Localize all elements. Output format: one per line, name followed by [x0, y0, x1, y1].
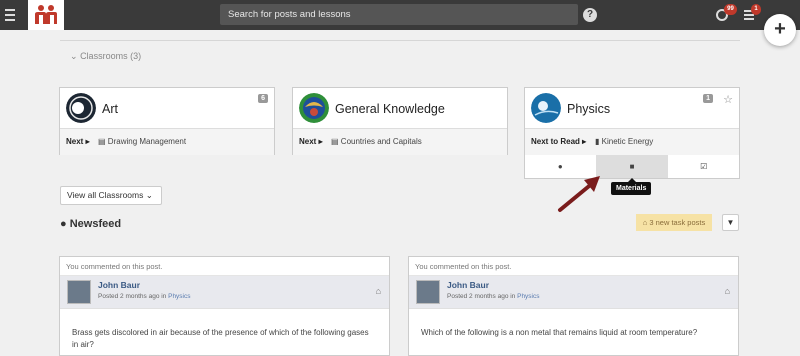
- avatar[interactable]: [416, 280, 440, 304]
- comments-icon: ●: [60, 218, 67, 230]
- top-bar: Search for posts and lessons ? 99 1: [0, 0, 800, 30]
- classroom-card-general-knowledge[interactable]: General Knowledge Next ▸ ▤ Countries and…: [292, 87, 508, 155]
- next-lesson-title: Drawing Management: [107, 137, 187, 146]
- classrooms-toggle-label: Classrooms (3): [80, 51, 142, 61]
- post-meta: Posted 2 months ago in Physics: [447, 293, 540, 300]
- newsfeed-title: ● Newsfeed: [60, 218, 121, 230]
- new-task-posts-label: 3 new task posts: [649, 218, 706, 227]
- chevron-down-icon: ⌄: [145, 190, 153, 200]
- checkbox-icon: ☑: [700, 162, 708, 171]
- classroom-image: [299, 93, 329, 123]
- classroom-title[interactable]: Art: [102, 102, 118, 116]
- materials-tab[interactable]: ■: [596, 155, 669, 178]
- menu-icon[interactable]: [5, 9, 15, 21]
- classroom-image: [531, 93, 561, 123]
- unread-count-badge: 1: [703, 94, 713, 103]
- post-meta: Posted 2 months ago in Physics: [98, 293, 191, 300]
- next-lesson-title: Kinetic Energy: [601, 137, 654, 146]
- help-icon[interactable]: ?: [583, 8, 597, 22]
- app-logo[interactable]: [28, 0, 64, 30]
- classrooms-toggle[interactable]: ⌄ Classrooms (3): [70, 51, 141, 62]
- filter-icon: ▼: [726, 218, 735, 227]
- add-button[interactable]: +: [764, 14, 796, 46]
- classroom-card-physics[interactable]: Physics 1 ☆ Next to Read ▸ ▮ Kinetic Ene…: [524, 87, 740, 155]
- classroom-title[interactable]: Physics: [567, 102, 610, 116]
- comment-icon: ●: [557, 162, 563, 171]
- next-lesson-link[interactable]: ▮ Kinetic Energy: [595, 129, 653, 155]
- next-lesson-title: Countries and Capitals: [340, 137, 422, 146]
- post-activity-note: You commented on this post.: [60, 257, 389, 276]
- filter-button[interactable]: ▼: [722, 214, 739, 231]
- pointer-arrow-icon: [558, 176, 600, 212]
- next-lesson-row[interactable]: Next to Read ▸ ▮ Kinetic Energy: [525, 129, 739, 155]
- home-icon[interactable]: ⌂: [725, 286, 730, 296]
- book-icon: ▤: [98, 137, 106, 146]
- next-label: Next to Read ▸: [531, 137, 587, 146]
- next-lesson-row[interactable]: Next ▸ ▤ Drawing Management: [60, 129, 274, 155]
- new-task-posts-button[interactable]: ⌂ 3 new task posts: [636, 214, 712, 231]
- post-author-row: John Baur Posted 2 months ago in Physics…: [60, 276, 389, 309]
- avatar[interactable]: [67, 280, 91, 304]
- post-time: Posted 2 months ago in: [98, 293, 169, 300]
- next-lesson-link[interactable]: ▤ Countries and Capitals: [331, 129, 422, 155]
- view-all-label: View all Classrooms: [67, 190, 144, 200]
- chevron-down-icon: ⌄: [70, 51, 78, 61]
- book-icon: ▮: [595, 137, 600, 146]
- newsfeed-title-text: Newsfeed: [69, 218, 122, 230]
- newsfeed-post[interactable]: You commented on this post. John Baur Po…: [408, 256, 739, 356]
- home-icon[interactable]: ⌂: [376, 286, 381, 296]
- materials-tooltip: Materials: [611, 178, 652, 195]
- next-lesson-link[interactable]: ▤ Drawing Management: [98, 129, 186, 155]
- post-activity-note: You commented on this post.: [409, 257, 738, 276]
- home-icon: ⌂: [642, 218, 648, 227]
- classroom-title[interactable]: General Knowledge: [335, 102, 445, 116]
- unread-count-badge: 6: [258, 94, 268, 103]
- classroom-image: [66, 93, 96, 123]
- search-input[interactable]: Search for posts and lessons: [220, 4, 578, 25]
- next-lesson-row[interactable]: Next ▸ ▤ Countries and Capitals: [293, 129, 507, 155]
- author-name[interactable]: John Baur: [447, 280, 489, 290]
- notifications-badge: 99: [724, 4, 737, 15]
- post-body: Brass gets discolored in air because of …: [72, 328, 369, 349]
- book-icon: ▤: [331, 137, 339, 146]
- star-icon[interactable]: ☆: [723, 93, 733, 106]
- section-divider: [60, 40, 740, 41]
- view-all-classrooms-button[interactable]: View all Classrooms ⌄: [60, 186, 162, 205]
- newsfeed-post[interactable]: You commented on this post. John Baur Po…: [59, 256, 390, 356]
- post-author-row: John Baur Posted 2 months ago in Physics…: [409, 276, 738, 309]
- tasks-tab[interactable]: ☑: [668, 155, 739, 178]
- author-name[interactable]: John Baur: [98, 280, 140, 290]
- post-classroom-link[interactable]: Physics: [517, 293, 539, 300]
- post-body: Which of the following is a non metal th…: [421, 328, 698, 337]
- folder-icon: ■: [629, 162, 635, 171]
- classroom-card-art[interactable]: Art 6 Next ▸ ▤ Drawing Management: [59, 87, 275, 155]
- tasks-badge: 1: [751, 4, 761, 15]
- next-label: Next ▸: [66, 137, 90, 146]
- next-label: Next ▸: [299, 137, 323, 146]
- post-classroom-link[interactable]: Physics: [168, 293, 190, 300]
- post-time: Posted 2 months ago in: [447, 293, 518, 300]
